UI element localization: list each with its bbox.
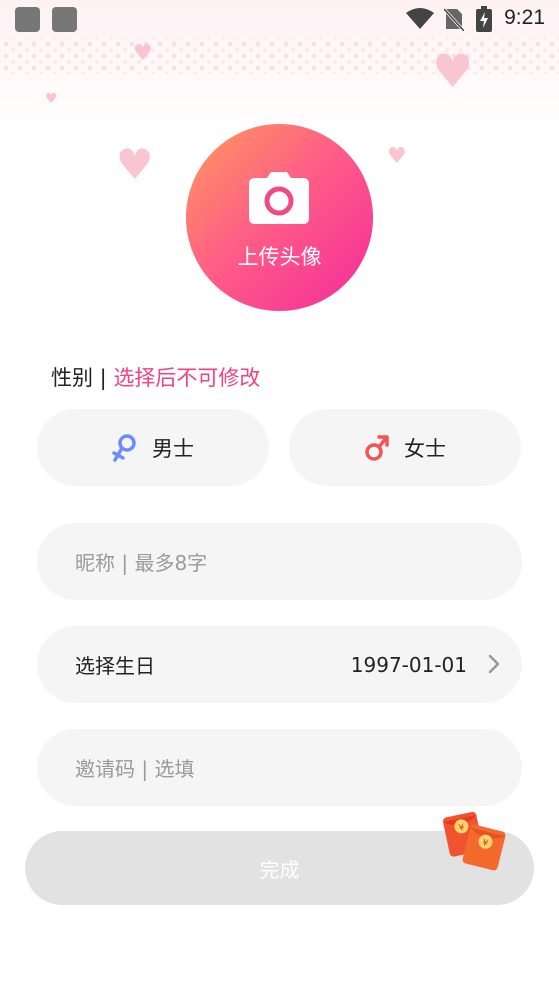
nickname-placeholder: 昵称 | 最多8字	[75, 551, 208, 575]
camera-icon	[249, 172, 309, 224]
submit-label: 完成	[259, 857, 300, 882]
male-label: 男士	[152, 436, 194, 461]
gender-title: 性别 | 选择后不可修改	[51, 362, 260, 392]
heart-icon: ♥	[133, 41, 153, 66]
heart-icon: ♥	[116, 140, 154, 189]
status-bar: 9:21	[0, 0, 559, 38]
avatar-upload-button[interactable]: 上传头像	[186, 124, 373, 311]
female-label: 女士	[404, 436, 446, 461]
birthday-value: 1997-01-01	[350, 652, 467, 677]
chevron-right-icon	[488, 654, 500, 674]
notification-icon	[15, 7, 40, 32]
lace-decoration	[0, 38, 559, 74]
nickname-input[interactable]: 昵称 | 最多8字	[37, 523, 522, 600]
birthday-label: 选择生日	[75, 654, 155, 678]
female-button[interactable]: 女士	[289, 409, 521, 486]
heart-icon: ♥	[432, 44, 474, 98]
heart-icon: ♥	[45, 91, 58, 107]
gender-title-text: 性别 |	[51, 366, 114, 390]
battery-icon	[476, 6, 492, 32]
wifi-icon	[406, 8, 434, 29]
female-gender-icon	[364, 433, 390, 463]
invite-code-placeholder: 邀请码 | 选填	[75, 757, 195, 781]
heart-icon: ♥	[387, 144, 407, 169]
notification-icon	[52, 7, 77, 32]
red-packet-icon[interactable]: ¥ ¥	[442, 804, 506, 872]
gender-hint: 选择后不可修改	[113, 366, 261, 390]
male-gender-icon	[112, 433, 138, 463]
status-time: 9:21	[504, 6, 545, 29]
invite-code-input[interactable]: 邀请码 | 选填	[37, 729, 522, 806]
male-button[interactable]: 男士	[37, 409, 269, 486]
birthday-selector[interactable]: 选择生日 1997-01-01	[37, 626, 522, 703]
avatar-upload-label: 上传头像	[237, 245, 322, 269]
no-sim-icon	[444, 7, 464, 31]
